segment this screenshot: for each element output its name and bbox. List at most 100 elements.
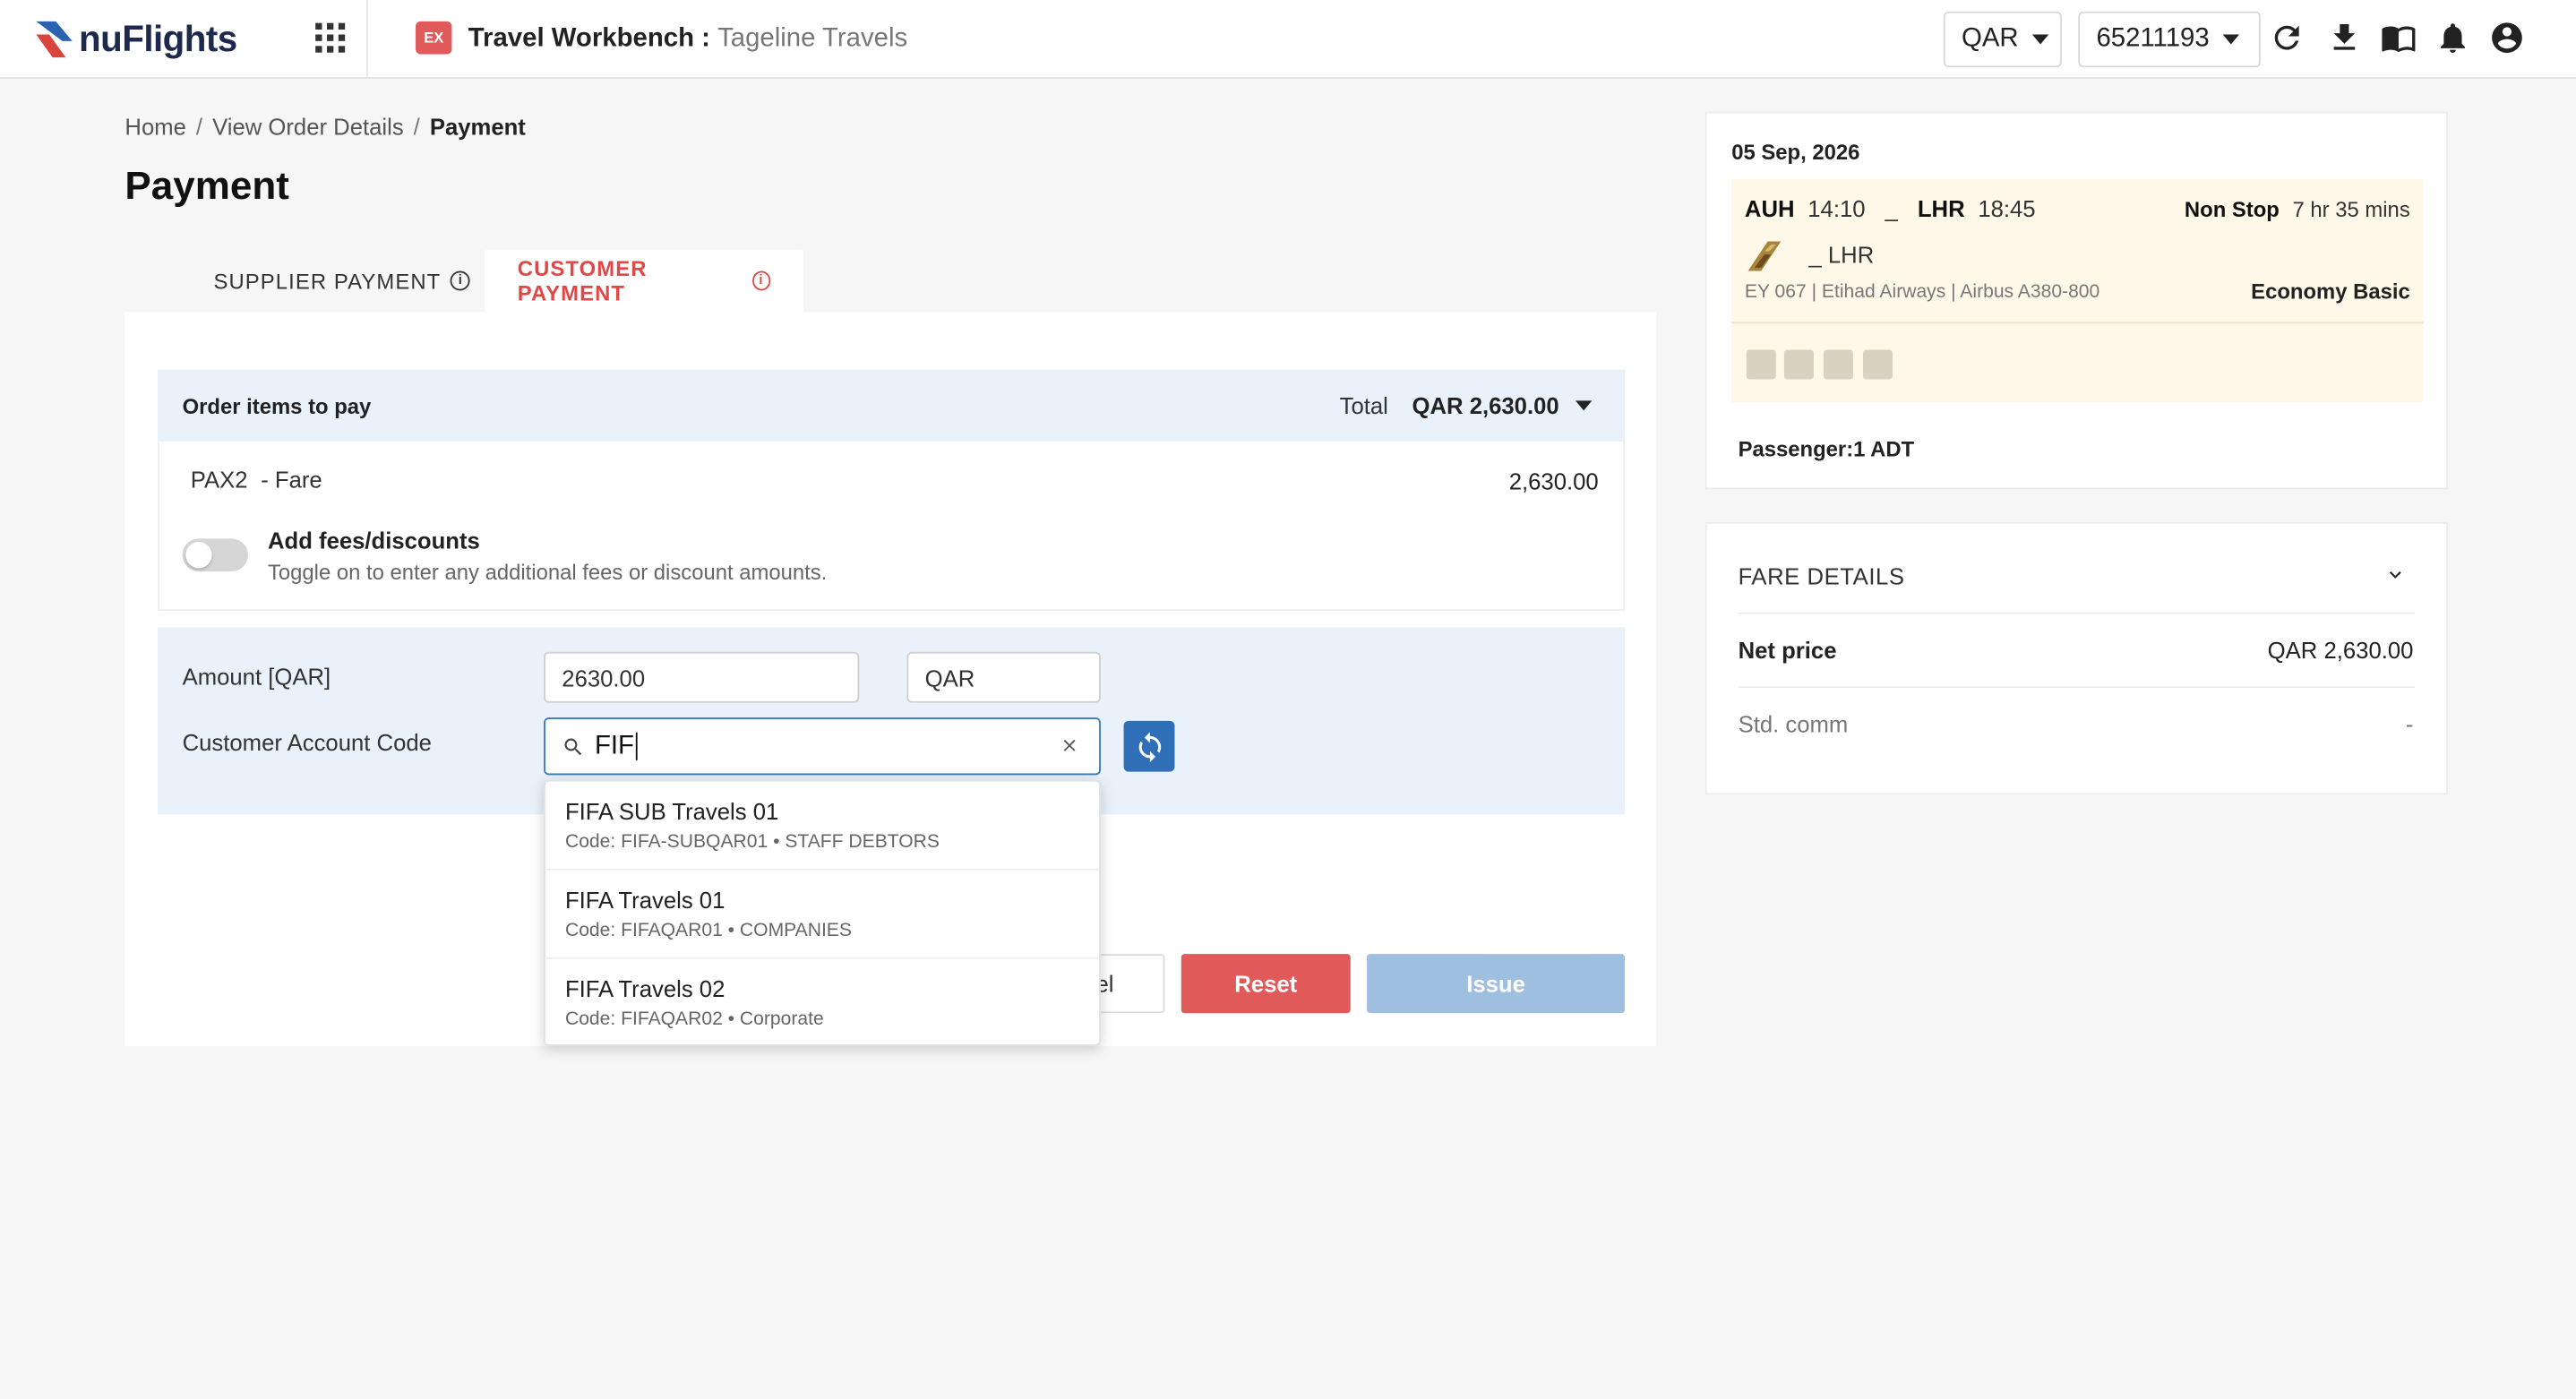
fare-amount: 2,630.00 — [1508, 468, 1599, 494]
airline-tail-icon — [1747, 241, 1782, 271]
duration: 7 hr 35 mins — [2292, 196, 2410, 222]
caret-down-icon — [2031, 34, 2048, 45]
tab-supplier-payment[interactable]: SUPPLIER PAYMENT i — [181, 250, 503, 313]
passenger-count: Passenger:1 ADT — [1738, 436, 1915, 462]
suggestion-code: Code: FIFAQAR01 • COMPANIES — [564, 921, 852, 941]
search-icon — [564, 737, 582, 755]
account-code-label: Customer Account Code — [182, 728, 432, 756]
breadcrumb-order[interactable]: View Order Details — [212, 113, 404, 139]
order-items-heading: Order items to pay — [182, 393, 372, 419]
segment-route: AUH 14:10 _ LHR 18:45 — [1745, 195, 2036, 221]
account-select[interactable]: 65211193 — [2078, 11, 2261, 68]
flight-date: 05 Sep, 2026 — [1731, 139, 1860, 165]
tab-customer-payment[interactable]: CUSTOMER PAYMENT i — [485, 249, 803, 313]
amount-value: 2630.00 — [562, 664, 646, 691]
currency-select[interactable]: QAR — [1943, 11, 2062, 68]
stops-duration: Non Stop 7 hr 35 mins — [2185, 197, 2410, 221]
info-icon: i — [451, 270, 471, 291]
header-divider — [366, 0, 368, 79]
workbench-agency: Tageline Travels — [717, 24, 908, 53]
baggage-icon — [1862, 349, 1893, 380]
currency-field[interactable]: QAR — [906, 651, 1101, 703]
via-airport: _ LHR — [1808, 241, 1875, 268]
download-icon[interactable] — [2326, 20, 2362, 56]
order-items-body: PAX2 - Fare 2,630.00 Add fees/discounts T… — [158, 442, 1626, 611]
std-comm-value: - — [2405, 710, 2414, 738]
wifi-icon — [1746, 349, 1776, 380]
total-label: Total — [1339, 392, 1388, 419]
bell-icon[interactable] — [2434, 20, 2470, 56]
brand-name: nuFlights — [79, 18, 237, 59]
suggestion-code: Code: FIFAQAR02 • Corporate — [564, 1009, 824, 1030]
std-comm-label: Std. comm — [1738, 710, 1849, 738]
text-cursor — [635, 732, 638, 760]
suggestion-item[interactable]: FIFA Travels 02 Code: FIFAQAR02 • Corpor… — [545, 959, 1099, 1048]
flight-info: EY 067 | Etihad Airways | Airbus A380-80… — [1744, 282, 2100, 303]
reset-button[interactable]: Reset — [1181, 954, 1351, 1014]
breadcrumb-home[interactable]: Home — [125, 113, 186, 139]
issue-button[interactable]: Issue — [1367, 954, 1626, 1014]
suggestion-name: FIFA Travels 02 — [564, 974, 726, 1002]
total-toggle[interactable]: QAR 2,630.00 — [1412, 392, 1593, 419]
seat-icon — [1783, 349, 1814, 380]
account-icon[interactable] — [2489, 20, 2525, 56]
workbench-title-label: Travel Workbench : — [468, 24, 710, 53]
sync-button[interactable] — [1123, 720, 1175, 772]
divider — [1738, 612, 2416, 614]
account-search-input[interactable]: FIF — [544, 717, 1101, 776]
suggestion-item[interactable]: FIFA SUB Travels 01 Code: FIFA-SUBQAR01 … — [545, 782, 1100, 871]
destination-airport: LHR — [1917, 195, 1965, 222]
apps-grid-icon[interactable] — [315, 22, 346, 53]
currency-field-value: QAR — [924, 664, 975, 691]
breadcrumb-current: Payment — [429, 113, 526, 140]
pax-id: PAX2 — [190, 466, 248, 493]
fees-toggle[interactable] — [182, 538, 248, 571]
divider — [1738, 686, 2416, 689]
page: nuFlights EX Travel Workbench : Tageline… — [0, 0, 2576, 1399]
suggestion-name: FIFA Travels 01 — [564, 886, 726, 914]
stops-label: Non Stop — [2184, 196, 2280, 222]
book-icon[interactable] — [2381, 20, 2417, 56]
segment-divider — [1731, 322, 2424, 324]
top-bar: nuFlights EX Travel Workbench : Tageline… — [0, 0, 2576, 79]
account-suggestions: FIFA SUB Travels 01 Code: FIFA-SUBQAR01 … — [544, 779, 1101, 1048]
tab-supplier-label: SUPPLIER PAYMENT — [213, 268, 442, 294]
tab-customer-label: CUSTOMER PAYMENT — [517, 255, 648, 305]
logo-mark-icon — [36, 21, 73, 58]
chevron-down-icon[interactable] — [2383, 563, 2407, 587]
refresh-icon[interactable] — [2269, 20, 2305, 56]
route-dash: _ — [1885, 195, 1898, 222]
suggestion-item[interactable]: FIFA Travels 01 Code: FIFAQAR01 • COMPAN… — [545, 871, 1100, 959]
fare-details-card: FARE DETAILS Net price QAR 2,630.00 Std.… — [1704, 521, 2448, 795]
fees-description: Toggle on to enter any additional fees o… — [267, 560, 828, 585]
fare-details-title: FARE DETAILS — [1738, 562, 1905, 590]
clear-icon[interactable] — [1060, 735, 1079, 755]
origin-airport: AUH — [1744, 195, 1795, 222]
meal-icon — [1823, 349, 1853, 380]
caret-down-icon — [2222, 34, 2239, 45]
sync-icon — [1138, 731, 1161, 762]
arrival-time: 18:45 — [1978, 195, 2036, 222]
net-price-label: Net price — [1738, 637, 1837, 664]
workbench-icon: EX — [416, 21, 452, 55]
pax-item: - Fare — [261, 466, 322, 493]
departure-time: 14:10 — [1807, 195, 1866, 222]
caret-down-icon — [1575, 400, 1593, 411]
brand-logo[interactable]: nuFlights — [33, 14, 237, 64]
order-line: PAX2 - Fare — [191, 467, 322, 493]
amount-label: Amount [QAR] — [182, 663, 331, 690]
flight-summary-card: 05 Sep, 2026 AUH 14:10 _ LHR 18:45 Non S… — [1704, 111, 2448, 490]
net-price-value: QAR 2,630.00 — [2267, 637, 2414, 664]
flight-segment: AUH 14:10 _ LHR 18:45 Non Stop 7 hr 35 mi… — [1731, 178, 2424, 403]
amount-input[interactable]: 2630.00 — [544, 651, 860, 703]
suggestion-name: FIFA SUB Travels 01 — [564, 797, 779, 825]
account-value: 65211193 — [2096, 24, 2210, 53]
info-icon: i — [751, 270, 771, 291]
workbench-title: Travel Workbench : Tageline Travels — [468, 24, 907, 54]
breadcrumb: Home / View Order Details / Payment — [125, 113, 526, 140]
cabin-class: Economy Basic — [2251, 279, 2410, 305]
currency-value: QAR — [1962, 24, 2019, 53]
fees-title: Add fees/discounts — [267, 527, 480, 554]
order-items-header: Order items to pay Total QAR 2,630.00 — [158, 369, 1626, 442]
total-value: QAR 2,630.00 — [1412, 392, 1559, 419]
